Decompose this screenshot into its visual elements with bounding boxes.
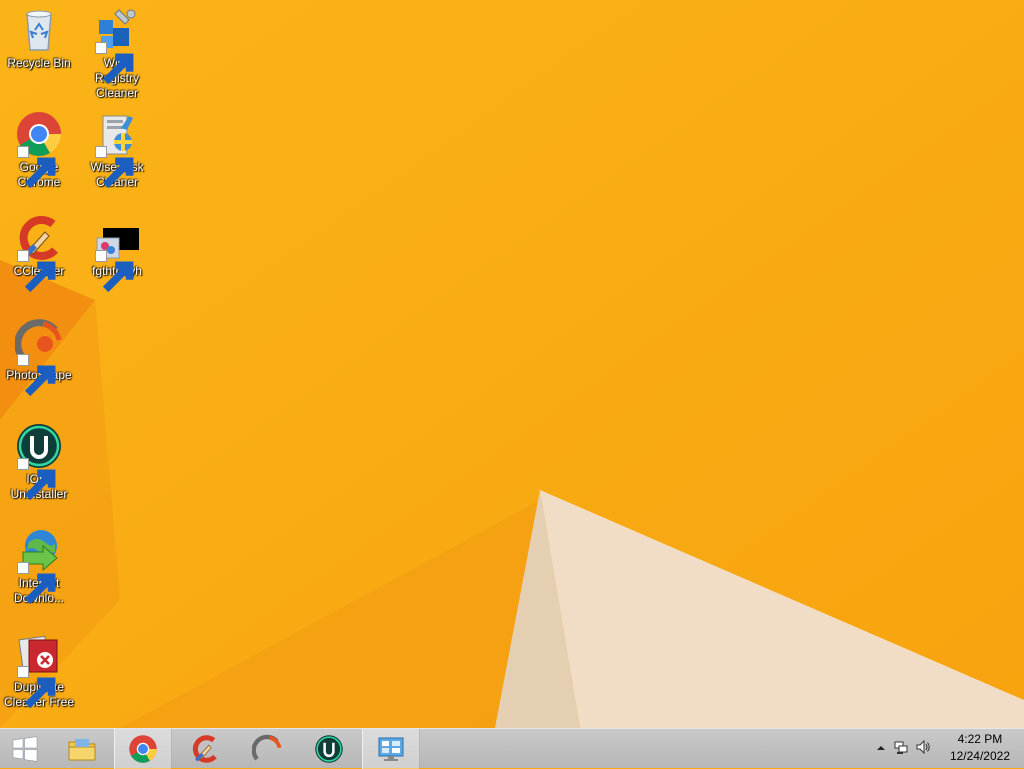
photoscape-icon [15, 318, 63, 397]
shortcut-arrow-icon [17, 562, 56, 605]
iobit-uninstaller-icon [315, 735, 343, 763]
desktop-icon-label: Recycle Bin [7, 56, 71, 70]
desktop-icon-google-chrome[interactable]: Google Chrome [1, 104, 77, 190]
iobit-uninstaller-icon [15, 422, 63, 501]
desktop-icon-wise-disk-cleaner[interactable]: Wise Disk Cleaner [79, 104, 155, 190]
desktop-icon-wise-registry-cleaner[interactable]: Wise Registry Cleaner [79, 0, 155, 101]
ccleaner-icon [192, 735, 217, 763]
duplicate-cleaner-icon [15, 630, 63, 709]
wise-registry-cleaner-icon [93, 6, 141, 85]
clock-date: 12/24/2022 [949, 749, 1010, 763]
desktop-icon-internet-download-manager[interactable]: Internet Downlo... [1, 520, 77, 606]
taskbar: 4:22 PM 12/24/2022 [0, 728, 1024, 769]
network-icon[interactable] [890, 739, 912, 760]
recycle-bin-icon [15, 6, 63, 54]
shortcut-arrow-icon [17, 354, 56, 397]
chrome-icon [15, 110, 63, 189]
shortcut-arrow-icon [95, 250, 134, 293]
shortcut-arrow-icon [17, 146, 56, 189]
show-hidden-icons-chevron-icon[interactable] [872, 740, 890, 758]
taskbar-iobit-uninstaller[interactable] [300, 729, 358, 769]
file-icon [93, 214, 141, 293]
desktop-icon-iobit-uninstaller[interactable]: IObit Uninstaller [1, 416, 77, 502]
shortcut-arrow-icon [95, 146, 134, 189]
desktop-icon-ccleaner[interactable]: CCleaner [1, 208, 77, 293]
desktop-icon-fgthtrfftyh[interactable]: fgthtrfftyh [79, 208, 155, 293]
shortcut-arrow-icon [17, 458, 56, 501]
system-tray [872, 729, 934, 769]
shortcut-arrow-icon [17, 666, 56, 709]
chrome-icon [129, 735, 157, 763]
windows-logo-icon [12, 736, 38, 762]
taskbar-ccleaner[interactable] [176, 729, 234, 769]
photoscape-icon [252, 734, 282, 761]
desktop: Recycle Bin Wise Registry Cleaner Google… [0, 0, 1024, 728]
desktop-icon-duplicate-cleaner-free[interactable]: Duplicate Cleaner Free [1, 624, 77, 710]
control-panel-icon [378, 737, 404, 761]
desktop-icon-photoscape[interactable]: PhotoScape [1, 312, 77, 397]
taskbar-file-explorer[interactable] [54, 729, 110, 769]
taskbar-photoscape[interactable] [238, 729, 296, 769]
volume-icon[interactable] [912, 739, 934, 760]
desktop-icon-recycle-bin[interactable]: Recycle Bin [1, 0, 77, 71]
shortcut-arrow-icon [17, 250, 56, 293]
taskbar-control-panel[interactable] [362, 729, 420, 769]
taskbar-chrome[interactable] [114, 729, 172, 769]
taskbar-clock[interactable]: 4:22 PM 12/24/2022 [950, 731, 1010, 765]
start-button[interactable] [0, 729, 50, 769]
clock-time: 4:22 PM [957, 732, 1003, 746]
folder-icon [68, 739, 96, 761]
shortcut-arrow-icon [95, 42, 134, 85]
internet-download-manager-icon [15, 526, 63, 605]
wise-disk-cleaner-icon [93, 110, 141, 189]
ccleaner-icon [15, 214, 63, 293]
